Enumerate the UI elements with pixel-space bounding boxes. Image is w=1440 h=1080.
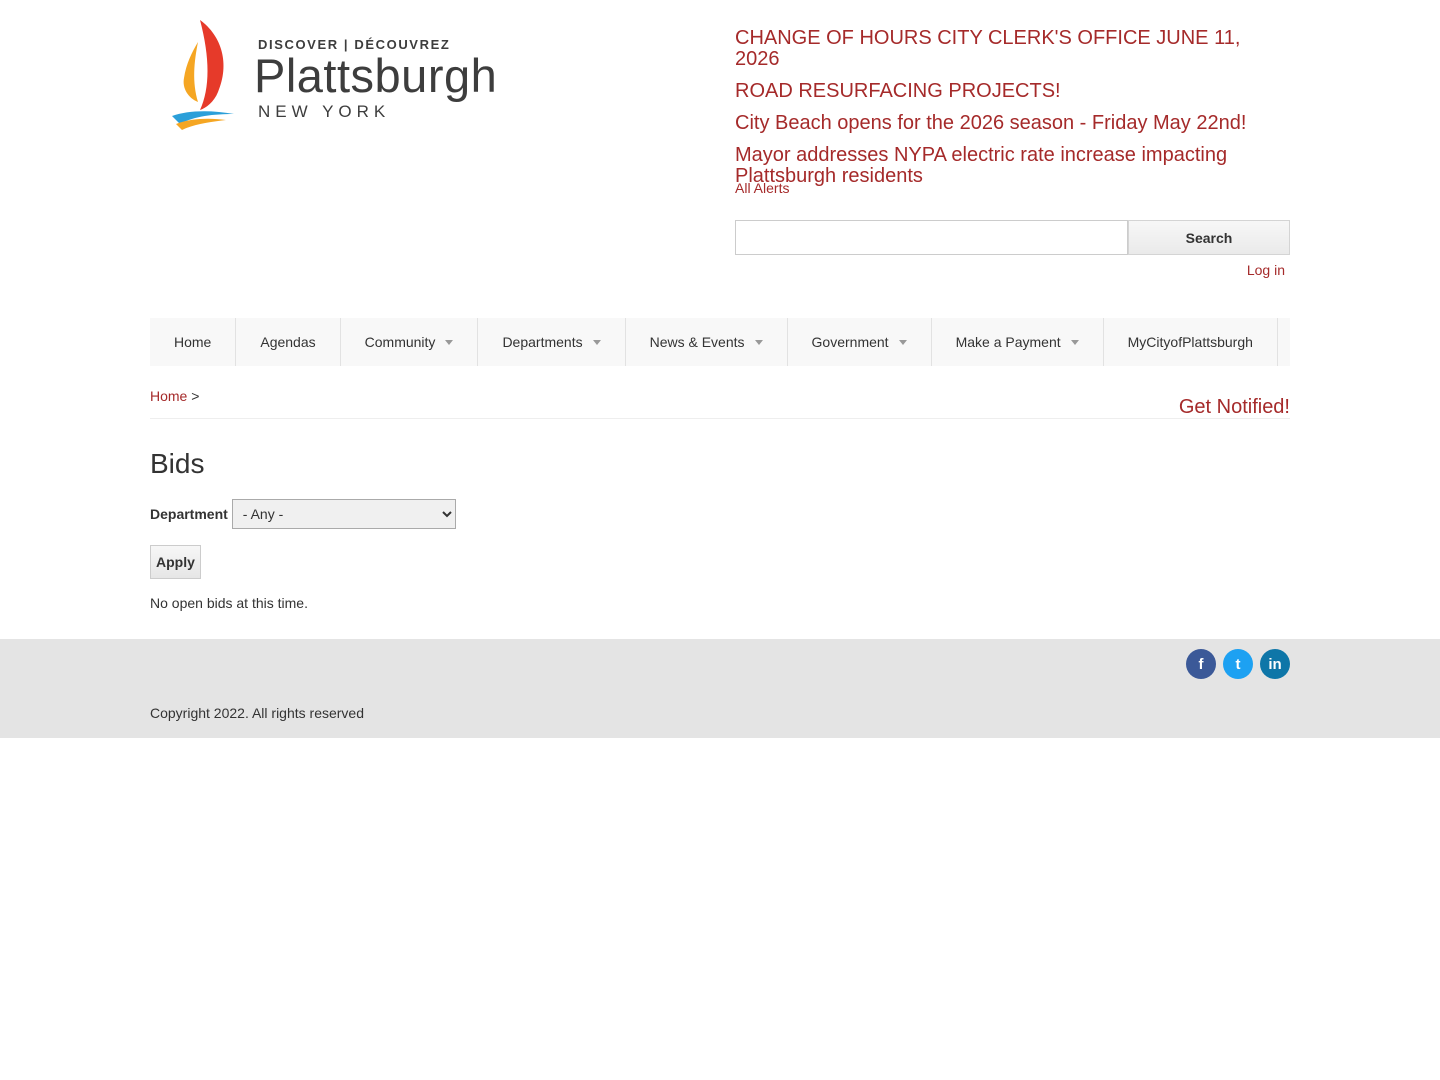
search-form: Search xyxy=(735,220,1290,255)
department-filter-label: Department xyxy=(150,506,228,522)
alert-link[interactable]: ROAD RESURFACING PROJECTS! xyxy=(735,81,1290,102)
get-notified-link[interactable]: Get Notified! xyxy=(1179,396,1290,419)
copyright-text: Copyright 2022. All rights reserved xyxy=(150,705,364,721)
logo-region-text: NEW YORK xyxy=(258,102,391,121)
sailboat-logo-icon xyxy=(172,20,234,130)
nav-item-mycityofplattsburgh[interactable]: MyCityofPlattsburgh xyxy=(1104,318,1278,366)
logo-name-text: Plattsburgh xyxy=(254,49,498,102)
page-title: Bids xyxy=(150,448,205,479)
nav-item-community[interactable]: Community xyxy=(341,318,479,366)
nav-item-agendas[interactable]: Agendas xyxy=(236,318,341,366)
breadcrumb-separator: > xyxy=(191,388,200,404)
alert-link[interactable]: Mayor addresses NYPA electric rate incre… xyxy=(735,145,1290,187)
nav-item-label: Departments xyxy=(502,334,583,350)
social-links: f t in xyxy=(1186,649,1290,679)
caret-down-icon xyxy=(754,339,763,345)
nav-item-home[interactable]: Home xyxy=(150,318,237,366)
login-link[interactable]: Log in xyxy=(1247,262,1285,278)
nav-item-label: Make a Payment xyxy=(955,334,1061,350)
nav-item-label: Home xyxy=(174,334,212,350)
alert-link[interactable]: CHANGE OF HOURS CITY CLERK'S OFFICE JUNE… xyxy=(735,28,1290,70)
nav-item-label: Community xyxy=(364,334,436,350)
nav-item-label: News & Events xyxy=(649,334,745,350)
nav-item-news-events[interactable]: News & Events xyxy=(626,318,788,366)
main-content: Bids Department - Any - Apply No open bi… xyxy=(150,449,1290,611)
page-container: DISCOVER | DÉCOUVREZ Plattsburgh NEW YOR… xyxy=(150,0,1290,611)
department-filter: Department - Any - xyxy=(150,499,1290,529)
nav-item-label: Agendas xyxy=(260,334,316,350)
caret-down-icon xyxy=(1070,339,1079,345)
nav-item-government[interactable]: Government xyxy=(788,318,932,366)
site-logo[interactable]: DISCOVER | DÉCOUVREZ Plattsburgh NEW YOR… xyxy=(170,18,510,130)
search-button[interactable]: Search xyxy=(1128,220,1290,255)
breadcrumb-home-link[interactable]: Home xyxy=(150,388,187,404)
apply-button[interactable]: Apply xyxy=(150,545,201,579)
site-header: DISCOVER | DÉCOUVREZ Plattsburgh NEW YOR… xyxy=(150,0,1290,318)
breadcrumb: Home > xyxy=(150,388,199,404)
search-input[interactable] xyxy=(735,220,1128,255)
linkedin-icon[interactable]: in xyxy=(1260,649,1290,679)
caret-down-icon xyxy=(592,339,601,345)
site-footer: f t in Copyright 2022. All rights reserv… xyxy=(0,639,1440,738)
empty-bids-message: No open bids at this time. xyxy=(150,595,308,611)
alert-link[interactable]: City Beach opens for the 2026 season - F… xyxy=(735,113,1290,134)
department-select[interactable]: - Any - xyxy=(231,499,456,529)
facebook-icon[interactable]: f xyxy=(1186,649,1216,679)
nav-item-departments[interactable]: Departments xyxy=(478,318,626,366)
nav-item-label: MyCityofPlattsburgh xyxy=(1127,334,1253,350)
all-alerts-link[interactable]: All Alerts xyxy=(735,180,789,196)
breadcrumb-row: Home > Get Notified! xyxy=(150,366,1290,419)
alerts-list: CHANGE OF HOURS CITY CLERK'S OFFICE JUNE… xyxy=(735,28,1290,198)
nav-item-label: Government xyxy=(811,334,889,350)
main-nav: Home Agendas Community Departments News … xyxy=(150,318,1290,366)
nav-item-make-a-payment[interactable]: Make a Payment xyxy=(932,318,1104,366)
caret-down-icon xyxy=(898,339,907,345)
caret-down-icon xyxy=(445,339,454,345)
twitter-icon[interactable]: t xyxy=(1223,649,1253,679)
